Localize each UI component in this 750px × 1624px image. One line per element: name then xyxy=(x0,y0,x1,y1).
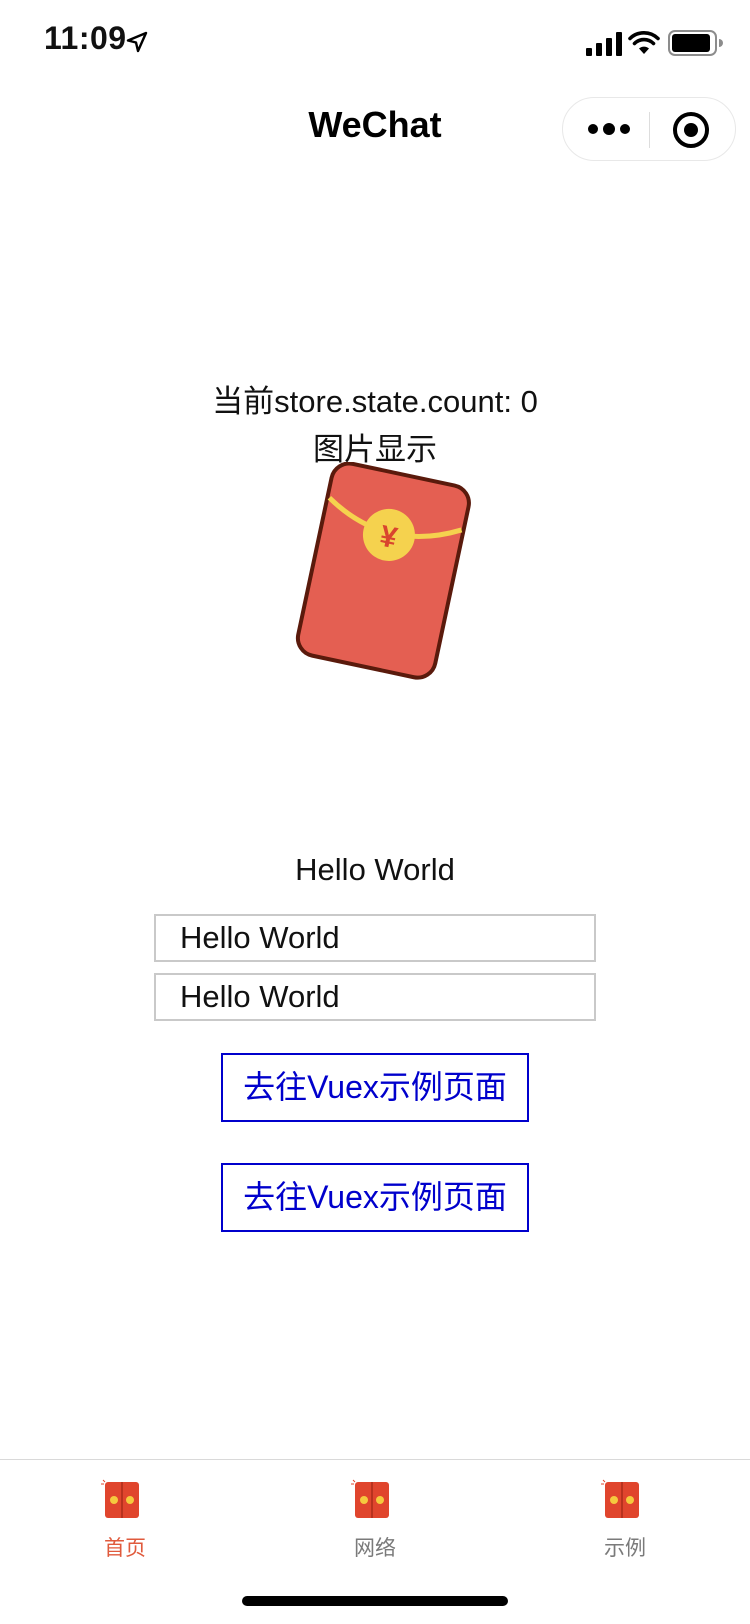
text-input-1[interactable] xyxy=(154,914,596,962)
location-arrow-icon xyxy=(126,31,148,53)
page: 11:09 WeChat 当前store.state.count: 0 图片显示… xyxy=(0,0,750,1624)
home-indicator[interactable] xyxy=(242,1596,508,1606)
capsule-divider xyxy=(649,112,650,148)
wifi-icon xyxy=(628,31,660,54)
mini-program-capsule xyxy=(562,97,736,161)
red-packet-icon xyxy=(351,1479,389,1518)
red-packet-icon xyxy=(101,1479,139,1518)
status-bar: 11:09 xyxy=(0,0,750,88)
tab-home[interactable]: 首页 xyxy=(0,1460,250,1570)
go-vuex-example-button-1[interactable]: 去往Vuex示例页面 xyxy=(221,1053,529,1122)
battery-icon xyxy=(668,30,723,56)
nav-bar: WeChat xyxy=(0,88,750,172)
cellular-signal-icon xyxy=(586,32,622,56)
red-packet-image: ¥ xyxy=(295,462,471,680)
tab-home-label: 首页 xyxy=(104,1537,146,1560)
tab-example[interactable]: 示例 xyxy=(500,1460,750,1570)
text-input-2[interactable] xyxy=(154,973,596,1021)
red-packet-icon xyxy=(601,1479,639,1518)
more-options-icon[interactable] xyxy=(587,114,631,144)
close-mini-program-icon[interactable] xyxy=(671,110,711,150)
tab-network-label: 网络 xyxy=(354,1537,396,1560)
tab-network[interactable]: 网络 xyxy=(250,1460,500,1570)
go-vuex-example-button-2[interactable]: 去往Vuex示例页面 xyxy=(221,1163,529,1232)
status-time: 11:09 xyxy=(44,20,127,56)
tab-example-label: 示例 xyxy=(604,1537,646,1560)
hello-world-text: Hello World xyxy=(295,852,455,887)
store-count-text: 当前store.state.count: 0 xyxy=(212,384,538,419)
